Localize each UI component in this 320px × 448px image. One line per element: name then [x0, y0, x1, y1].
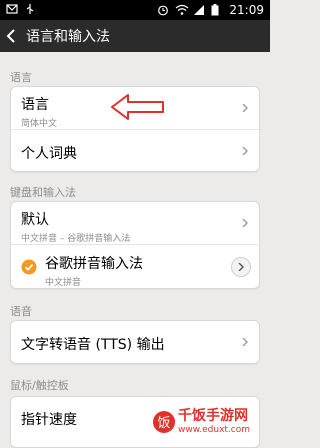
wifi-icon: [175, 4, 189, 16]
chevron-right-icon: [242, 338, 248, 346]
svg-text:饭: 饭: [157, 416, 170, 431]
action-bar: 语言和输入法: [0, 20, 270, 52]
watermark-name: 千饭手游网: [178, 408, 248, 424]
chevron-right-icon: [238, 262, 244, 271]
alarm-icon: [157, 4, 169, 16]
clock: 21:09: [229, 3, 264, 17]
chevron-right-icon: [242, 104, 248, 112]
ime-settings-button[interactable]: [231, 256, 251, 277]
personal-dictionary-label: 个人词典: [21, 146, 77, 162]
section-header-keyboard: 键盘和输入法: [10, 186, 76, 199]
status-bar: 21:09: [0, 0, 270, 20]
checkbox-checked-icon[interactable]: [21, 259, 37, 275]
google-pinyin-label: 谷歌拼音输入法: [45, 256, 143, 272]
section-header-language: 语言: [10, 71, 32, 84]
default-ime-label: 默认: [21, 212, 49, 228]
tts-output-item[interactable]: 文字转语音 (TTS) 输出: [11, 321, 259, 363]
chevron-right-icon: [242, 219, 248, 227]
back-button[interactable]: [0, 20, 22, 52]
section-header-voice: 语音: [10, 305, 32, 318]
red-arrow-annotation: [111, 94, 164, 120]
google-pinyin-value: 中文拼音: [45, 278, 82, 288]
page-title: 语言和输入法: [26, 29, 110, 45]
chevron-right-icon: [242, 146, 248, 155]
section-header-pointer: 鼠标/触控板: [10, 379, 69, 392]
usb-icon: [24, 3, 36, 15]
keyboard-card: 默认 中文拼音 – 谷歌拼音输入法 谷歌拼音输入法 中文拼音: [10, 201, 260, 289]
google-pinyin-item[interactable]: 谷歌拼音输入法 中文拼音: [11, 244, 259, 288]
default-ime-value: 中文拼音 – 谷歌拼音输入法: [21, 234, 131, 244]
tts-output-label: 文字转语音 (TTS) 输出: [21, 337, 165, 353]
voice-card: 文字转语音 (TTS) 输出: [10, 320, 260, 364]
personal-dictionary-item[interactable]: 个人词典: [11, 129, 259, 171]
default-ime-item[interactable]: 默认 中文拼音 – 谷歌拼音输入法: [11, 202, 259, 244]
watermark-url: www.eduxt.com: [178, 425, 251, 435]
message-icon: [6, 3, 18, 15]
chevron-left-icon: [6, 29, 15, 43]
battery-icon: [211, 4, 223, 16]
signal-icon: [193, 4, 205, 16]
